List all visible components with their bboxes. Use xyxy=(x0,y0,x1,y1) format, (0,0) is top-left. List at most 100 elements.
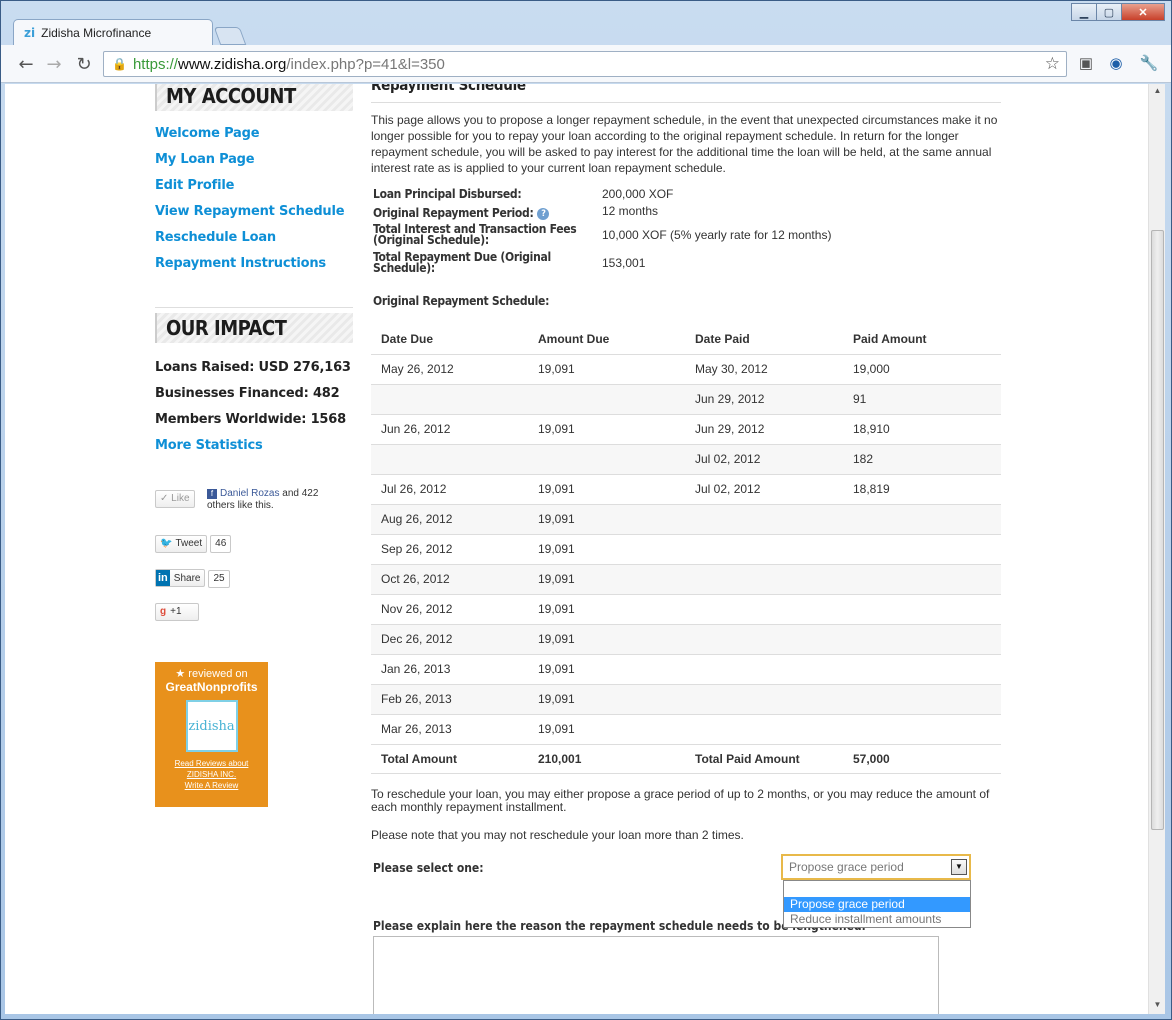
welcome-page-link[interactable]: Welcome Page xyxy=(155,126,260,141)
reload-icon[interactable]: ↻ xyxy=(73,53,95,75)
table-cell: 19,091 xyxy=(528,594,685,625)
browser-window: zi Zidisha Microfinance ▁ ▢ ✕ ← → ↻ 🔒 ht… xyxy=(0,0,1172,1020)
table-cell xyxy=(843,504,1001,535)
table-cell: 19,091 xyxy=(528,354,685,385)
scroll-down-icon[interactable]: ▼ xyxy=(1151,1000,1164,1012)
help-icon[interactable]: ? xyxy=(537,208,550,220)
option-blank[interactable] xyxy=(784,881,970,897)
table-cell: 19,091 xyxy=(528,474,685,505)
linkedin-icon: in xyxy=(156,570,170,586)
table-cell: 19,091 xyxy=(528,564,685,595)
extension-eye-icon[interactable]: ◉ xyxy=(1106,54,1126,74)
facebook-friend-name[interactable]: Daniel Rozas xyxy=(220,488,279,499)
table-cell: 182 xyxy=(843,444,1001,475)
reschedule-type-select[interactable]: Propose grace period ▼ xyxy=(781,854,971,880)
table-row: Oct 26, 2012 19,091 xyxy=(371,564,1001,595)
interest-label: Total Interest and Transaction Fees (Ori… xyxy=(373,222,577,247)
table-cell xyxy=(371,384,528,415)
reason-textarea[interactable] xyxy=(373,936,939,1014)
table-cell: Jul 26, 2012 xyxy=(371,474,528,505)
scroll-up-icon[interactable]: ▲ xyxy=(1151,86,1164,98)
total-due-label: Total Repayment Due (Original Schedule): xyxy=(373,250,551,275)
maximize-icon[interactable]: ▢ xyxy=(1096,3,1122,21)
schedule-heading: Original Repayment Schedule: xyxy=(373,294,550,308)
table-row: Jun 26, 2012 19,091 Jun 29, 2012 18,910 xyxy=(371,414,1001,445)
great-nonprofits-badge[interactable]: ★ reviewed on GreatNonprofits zidisha Re… xyxy=(155,662,268,807)
vertical-scrollbar[interactable]: ▲ ▼ xyxy=(1148,84,1165,1014)
linkedin-share-button[interactable]: in Share xyxy=(155,569,206,587)
table-cell: 19,091 xyxy=(528,534,685,565)
table-row: Sep 26, 2012 19,091 xyxy=(371,534,1001,565)
table-cell xyxy=(685,564,843,595)
reschedule-loan-link[interactable]: Reschedule Loan xyxy=(155,230,276,245)
option-reduce-installments[interactable]: Reduce installment amounts xyxy=(784,912,970,927)
table-cell xyxy=(843,654,1001,685)
table-cell: May 30, 2012 xyxy=(685,354,843,385)
like-label: Like xyxy=(171,493,190,504)
table-cell: 19,091 xyxy=(528,504,685,535)
gnp-brand: GreatNonprofits xyxy=(165,680,258,694)
tab-zidisha[interactable]: zi Zidisha Microfinance xyxy=(13,19,213,45)
table-row: Jul 02, 2012 182 xyxy=(371,444,1001,475)
read-reviews-link[interactable]: Read Reviews about xyxy=(155,758,268,769)
table-cell xyxy=(685,684,843,715)
table-cell xyxy=(528,444,685,475)
back-arrow-icon[interactable]: ← xyxy=(15,53,37,75)
my-loan-page-link[interactable]: My Loan Page xyxy=(155,152,255,167)
new-tab-button[interactable] xyxy=(213,27,247,45)
our-impact-heading: OUR IMPACT xyxy=(155,313,353,343)
wrench-menu-icon[interactable]: 🔧 xyxy=(1139,54,1159,74)
table-cell xyxy=(843,714,1001,745)
table-cell: Jul 02, 2012 xyxy=(685,444,843,475)
table-cell xyxy=(685,624,843,655)
linkedin-share-label: Share xyxy=(173,572,201,584)
minimize-icon[interactable]: ▁ xyxy=(1071,3,1097,21)
bookmark-star-icon[interactable]: ☆ xyxy=(1045,54,1060,74)
option-grace-period[interactable]: Propose grace period xyxy=(784,897,970,912)
table-cell: 19,091 xyxy=(528,654,685,685)
table-cell: 19,091 xyxy=(528,414,685,445)
extension-icon[interactable]: ▣ xyxy=(1076,54,1096,74)
tweet-button[interactable]: 🐦 Tweet xyxy=(155,534,208,553)
repayment-instructions-link[interactable]: Repayment Instructions xyxy=(155,256,326,271)
table-cell: Jan 26, 2013 xyxy=(371,654,528,685)
edit-profile-link[interactable]: Edit Profile xyxy=(155,178,234,193)
close-icon[interactable]: ✕ xyxy=(1121,3,1165,21)
total-amount-value: 210,001 xyxy=(528,744,685,774)
google-plus-button[interactable]: g +1 xyxy=(155,602,199,621)
facebook-like-button[interactable]: ✓ Like xyxy=(155,489,195,508)
table-row: Jul 26, 2012 19,091 Jul 02, 2012 18,819 xyxy=(371,474,1001,505)
table-cell: 18,819 xyxy=(843,474,1001,505)
period-label: Original Repayment Period:? xyxy=(373,207,583,220)
principal-value: 200,000 XOF xyxy=(602,187,674,201)
chevron-down-icon[interactable]: ▼ xyxy=(951,859,967,875)
table-row: Jun 29, 2012 91 xyxy=(371,384,1001,415)
tweet-widget: 🐦 Tweet 46 xyxy=(155,533,232,553)
interest-value: 10,000 XOF (5% yearly rate for 12 months… xyxy=(602,228,832,242)
table-cell: 91 xyxy=(843,384,1001,415)
table-row: Nov 26, 2012 19,091 xyxy=(371,594,1001,625)
more-statistics-link[interactable]: More Statistics xyxy=(155,438,263,453)
address-bar[interactable]: 🔒 https://www.zidisha.org/index.php?p=41… xyxy=(103,51,1067,77)
table-cell: Aug 26, 2012 xyxy=(371,504,528,535)
url-host: www.zidisha.org xyxy=(177,55,287,73)
scroll-thumb[interactable] xyxy=(1151,230,1164,830)
zidisha-favicon-icon: zi xyxy=(24,25,36,40)
table-row: Aug 26, 2012 19,091 xyxy=(371,504,1001,535)
table-cell: 19,091 xyxy=(528,714,685,745)
gnp-reviewed-text: ★ reviewed on xyxy=(175,668,248,680)
zidisha-inc-link[interactable]: ZIDISHA INC. xyxy=(155,769,268,780)
totals-row: Total Amount 210,001 Total Paid Amount 5… xyxy=(371,744,1001,774)
facebook-icon: f xyxy=(207,489,217,499)
limit-paragraph: Please note that you may not reschedule … xyxy=(371,828,744,842)
businesses-financed-stat: Businesses Financed: 482 xyxy=(155,386,340,401)
view-repayment-schedule-link[interactable]: View Repayment Schedule xyxy=(155,204,345,219)
table-body: May 26, 2012 19,091 May 30, 2012 19,000 Jun … xyxy=(371,354,1001,745)
total-paid-label: Total Paid Amount xyxy=(685,744,843,774)
table-cell: Jun 29, 2012 xyxy=(685,414,843,445)
write-review-link[interactable]: Write A Review xyxy=(155,780,268,791)
col-paid-amount: Paid Amount xyxy=(843,324,1001,355)
forward-arrow-icon[interactable]: → xyxy=(43,53,65,75)
table-row: Jan 26, 2013 19,091 xyxy=(371,654,1001,685)
table-row: Dec 26, 2012 19,091 xyxy=(371,624,1001,655)
